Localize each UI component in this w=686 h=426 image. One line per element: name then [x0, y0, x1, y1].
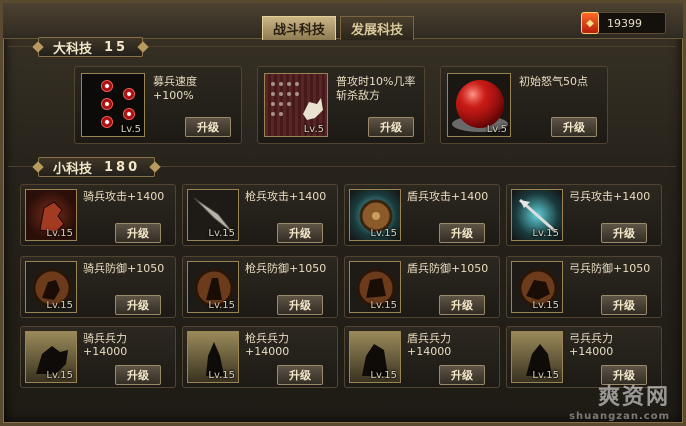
- watermark-url: shuangzan.com: [569, 411, 670, 422]
- small-tech-card: Lv.15 骑兵攻击+1400 升级: [20, 184, 176, 246]
- section-title: 小科技: [53, 161, 93, 177]
- tech-description: 募兵速度 +100%: [153, 75, 197, 102]
- tech-level: Lv.15: [208, 300, 235, 311]
- big-tech-section: 大科技 15: [8, 37, 676, 66]
- tech-description: 盾兵攻击+1400: [407, 190, 489, 203]
- upgrade-button[interactable]: 升级: [439, 365, 485, 385]
- tech-level: Lv.15: [46, 228, 73, 239]
- tech-level: Lv.5: [486, 124, 507, 135]
- tech-tabs: 战斗科技 发展科技: [262, 16, 414, 40]
- tech-description: 枪兵兵力 +14000: [245, 332, 290, 358]
- small-tech-card: Lv.15 枪兵兵力 +14000 升级: [182, 326, 338, 388]
- tech-description: 盾兵防御+1050: [407, 262, 489, 275]
- tech-level: Lv.15: [208, 370, 235, 381]
- archer-troops-icon: Lv.15: [511, 331, 563, 383]
- tech-level: Lv.15: [370, 228, 397, 239]
- small-tech-card: Lv.15 盾兵攻击+1400 升级: [344, 184, 500, 246]
- watermark-main: 爽资网: [597, 385, 670, 410]
- upgrade-button[interactable]: 升级: [439, 223, 485, 243]
- upgrade-button[interactable]: 升级: [185, 117, 231, 137]
- upgrade-button[interactable]: 升级: [551, 117, 597, 137]
- tech-description: 弓兵攻击+1400: [569, 190, 651, 203]
- small-tech-card: Lv.15 盾兵防御+1050 升级: [344, 256, 500, 318]
- tech-level: Lv.15: [46, 370, 73, 381]
- tech-description: 初始怒气50点: [519, 75, 588, 88]
- tech-level: Lv.15: [208, 228, 235, 239]
- upgrade-button[interactable]: 升级: [439, 295, 485, 315]
- tech-description: 盾兵兵力 +14000: [407, 332, 452, 358]
- tech-level: Lv.15: [370, 370, 397, 381]
- upgrade-button[interactable]: 升级: [115, 223, 161, 243]
- upgrade-button[interactable]: 升级: [277, 223, 323, 243]
- tech-level: Lv.5: [303, 124, 324, 135]
- small-tech-card: Lv.15 枪兵攻击+1400 升级: [182, 184, 338, 246]
- tech-description: 普攻时10%几率斩杀敌方: [336, 75, 416, 102]
- tech-description: 枪兵攻击+1400: [245, 190, 327, 203]
- cavalry-troops-icon: Lv.15: [25, 331, 77, 383]
- spear-troops-icon: Lv.15: [187, 331, 239, 383]
- tech-description: 弓兵防御+1050: [569, 262, 651, 275]
- small-tech-card: Lv.15 骑兵防御+1050 升级: [20, 256, 176, 318]
- upgrade-button[interactable]: 升级: [277, 295, 323, 315]
- cavalry-horse-icon: Lv.15: [25, 189, 77, 241]
- upgrade-button[interactable]: 升级: [601, 295, 647, 315]
- small-tech-card: Lv.15 弓兵防御+1050 升级: [506, 256, 662, 318]
- red-orb-icon: Lv.5: [447, 73, 511, 137]
- cavalry-defense-icon: Lv.15: [25, 261, 77, 313]
- small-tech-header: 小科技 180: [32, 157, 161, 177]
- small-tech-card: Lv.15 盾兵兵力 +14000 升级: [344, 326, 500, 388]
- section-title: 大科技: [53, 41, 93, 57]
- tech-description: 枪兵防御+1050: [245, 262, 327, 275]
- big-tech-card: Lv.5 募兵速度 +100% 升级: [74, 66, 242, 144]
- section-count: 15: [104, 39, 129, 55]
- tech-level: Lv.15: [532, 370, 559, 381]
- arrow-icon: Lv.15: [511, 189, 563, 241]
- tab-development-tech[interactable]: 发展科技: [340, 16, 414, 40]
- small-tech-card: Lv.15 弓兵攻击+1400 升级: [506, 184, 662, 246]
- small-tech-section: 小科技 180: [8, 157, 676, 186]
- big-tech-card: Lv.5 初始怒气50点 升级: [440, 66, 608, 144]
- big-tech-card: Lv.5 普攻时10%几率斩杀敌方 升级: [257, 66, 425, 144]
- spear-defense-icon: Lv.15: [187, 261, 239, 313]
- currency-amount: 19399: [607, 16, 642, 30]
- section-count: 180: [104, 159, 141, 175]
- tech-level: Lv.15: [532, 300, 559, 311]
- upgrade-button[interactable]: 升级: [277, 365, 323, 385]
- tech-description: 骑兵兵力 +14000: [83, 332, 128, 358]
- cavalry-charge-icon: Lv.5: [264, 73, 328, 137]
- currency-display: ◆ 19399: [581, 12, 666, 34]
- tab-combat-tech[interactable]: 战斗科技: [262, 16, 336, 40]
- archer-defense-icon: Lv.15: [511, 261, 563, 313]
- tech-level: Lv.15: [46, 300, 73, 311]
- tech-level: Lv.15: [370, 300, 397, 311]
- tech-level: Lv.15: [532, 228, 559, 239]
- tech-description: 骑兵攻击+1400: [83, 190, 165, 203]
- small-tech-card: Lv.15 骑兵兵力 +14000 升级: [20, 326, 176, 388]
- tech-description: 骑兵防御+1050: [83, 262, 165, 275]
- red-token-icon: ◆: [581, 12, 599, 34]
- upgrade-button[interactable]: 升级: [115, 295, 161, 315]
- upgrade-button[interactable]: 升级: [115, 365, 161, 385]
- tech-description: 弓兵兵力 +14000: [569, 332, 614, 358]
- upgrade-button[interactable]: 升级: [368, 117, 414, 137]
- site-watermark: 爽资网 shuangzan.com: [569, 379, 670, 422]
- shield-troops-icon: Lv.15: [349, 331, 401, 383]
- spear-icon: Lv.15: [187, 189, 239, 241]
- shield-defense-icon: Lv.15: [349, 261, 401, 313]
- upgrade-button[interactable]: 升级: [601, 223, 647, 243]
- recruit-dots-icon: Lv.5: [81, 73, 145, 137]
- shield-icon: Lv.15: [349, 189, 401, 241]
- big-tech-header: 大科技 15: [32, 37, 149, 57]
- tech-level: Lv.5: [120, 124, 141, 135]
- small-tech-card: Lv.15 枪兵防御+1050 升级: [182, 256, 338, 318]
